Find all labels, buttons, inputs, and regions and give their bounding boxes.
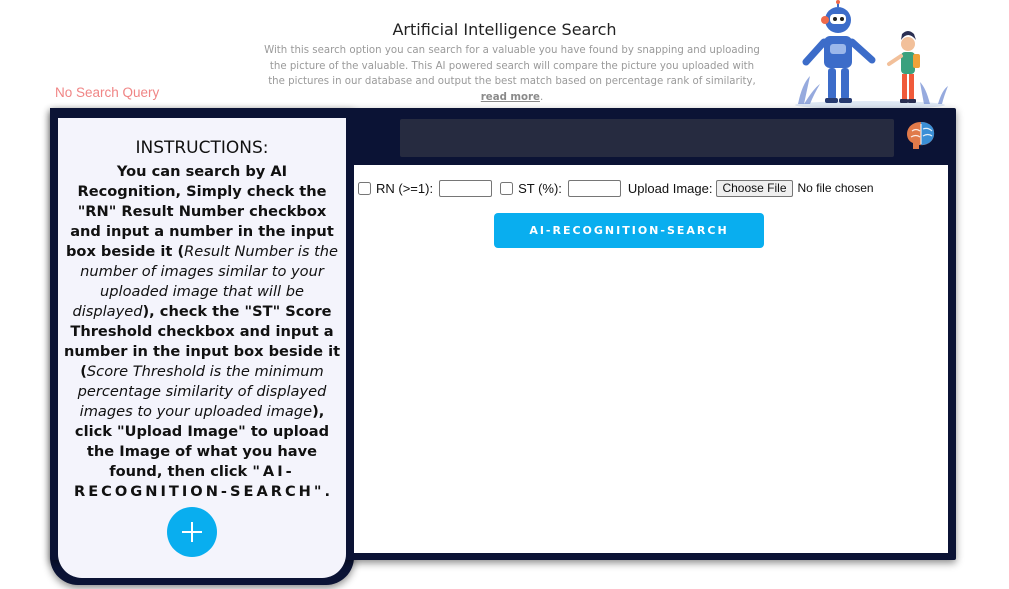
description-line-2: the picture of the valuable. This AI pow… [269, 60, 755, 72]
rn-label: RN (>=1): [376, 180, 434, 196]
instructions-title: INSTRUCTIONS: [135, 138, 269, 158]
instructions-panel: INSTRUCTIONS: You can search by AI Recog… [58, 118, 346, 578]
st-checkbox[interactable] [500, 181, 514, 195]
ai-recognition-search-button[interactable]: AI-RECOGNITION-SEARCH [494, 213, 764, 248]
description-line-3: the pictures in our database and output … [268, 76, 756, 87]
robot-illustration [795, 0, 948, 109]
rn-checkbox[interactable] [358, 181, 371, 195]
no-search-query-status: No Search Query [55, 85, 160, 100]
st-label: ST (%): [518, 180, 562, 196]
choose-file-button[interactable]: Choose File [716, 179, 793, 197]
instructions-st-definition: Score Threshold is the minimum percentag… [77, 363, 327, 420]
read-more-link[interactable]: read more [481, 92, 540, 103]
brain-icon [907, 122, 935, 149]
upload-image-label: Upload Image: [627, 180, 713, 196]
page-description: With this search option you can search f… [262, 43, 762, 105]
search-work-area: RN (>=1): ST (%): Upload Image: Choose F… [354, 165, 948, 553]
plus-icon [182, 522, 202, 542]
instructions-end: . [324, 483, 331, 500]
search-controls: RN (>=1): ST (%): Upload Image: Choose F… [357, 178, 874, 198]
rn-input[interactable] [439, 179, 493, 197]
description-line-1: With this search option you can search f… [264, 45, 760, 56]
st-input[interactable] [567, 179, 621, 197]
search-results-bar[interactable] [400, 119, 894, 157]
instructions-text: You can search by AI Recognition, Simply… [63, 162, 341, 502]
add-button[interactable] [167, 507, 217, 557]
read-more-suffix: . [539, 91, 544, 103]
file-status: No file chosen [797, 181, 874, 195]
